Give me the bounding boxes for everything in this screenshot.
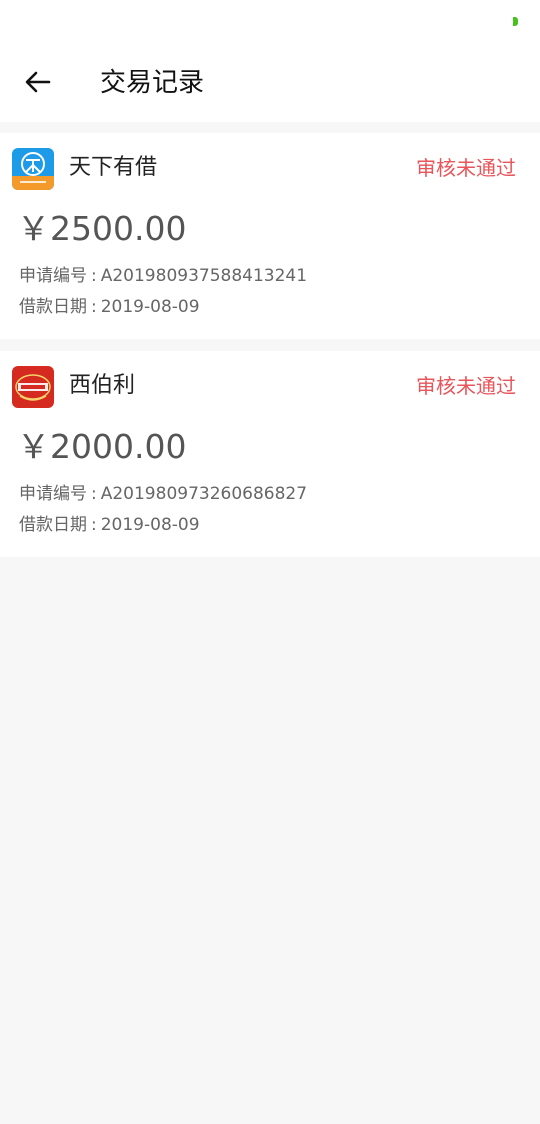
nav-bar: 交易记录 (0, 44, 540, 122)
label-colon: : (91, 484, 97, 504)
loan-date-value: 2019-08-09 (100, 297, 200, 317)
loan-date-label: 借款日期 (19, 515, 87, 535)
page-title: 交易记录 (100, 68, 205, 98)
application-number-row: 申请编号: A201980937588413241 (19, 264, 307, 288)
tianxia-youjie-logo (12, 148, 54, 190)
loan-date-label: 借款日期 (19, 297, 87, 317)
loan-amount: ￥2000.00 (17, 427, 187, 466)
status-badge: 审核未通过 (416, 374, 516, 398)
arrow-left-icon (25, 71, 51, 93)
label-colon: : (91, 515, 97, 535)
application-number-label: 申请编号 (19, 484, 87, 504)
application-number-value: A201980973260686827 (100, 484, 308, 504)
app-name: 天下有借 (69, 155, 158, 180)
status-badge: 审核未通过 (416, 156, 516, 180)
transaction-card[interactable]: 西伯利 审核未通过 ￥2000.00 申请编号: A201980973260686… (0, 351, 540, 557)
label-colon: : (91, 297, 97, 317)
back-button[interactable] (18, 62, 58, 102)
application-number-row: 申请编号: A201980973260686827 (19, 482, 307, 506)
transaction-card[interactable]: 天下有借 审核未通过 ￥2500.00 申请编号: A20198093758841… (0, 133, 540, 339)
label-colon: : (91, 266, 97, 286)
loan-date-row: 借款日期:2019-08-09 (19, 513, 200, 537)
battery-icon (513, 17, 518, 26)
application-number-label: 申请编号 (19, 266, 87, 286)
application-number-value: A201980937588413241 (100, 266, 308, 286)
loan-date-row: 借款日期:2019-08-09 (19, 295, 200, 319)
xiboli-logo (12, 366, 54, 408)
loan-amount: ￥2500.00 (17, 209, 187, 248)
app-name: 西伯利 (69, 373, 136, 398)
status-bar (0, 0, 540, 44)
loan-date-value: 2019-08-09 (100, 515, 200, 535)
